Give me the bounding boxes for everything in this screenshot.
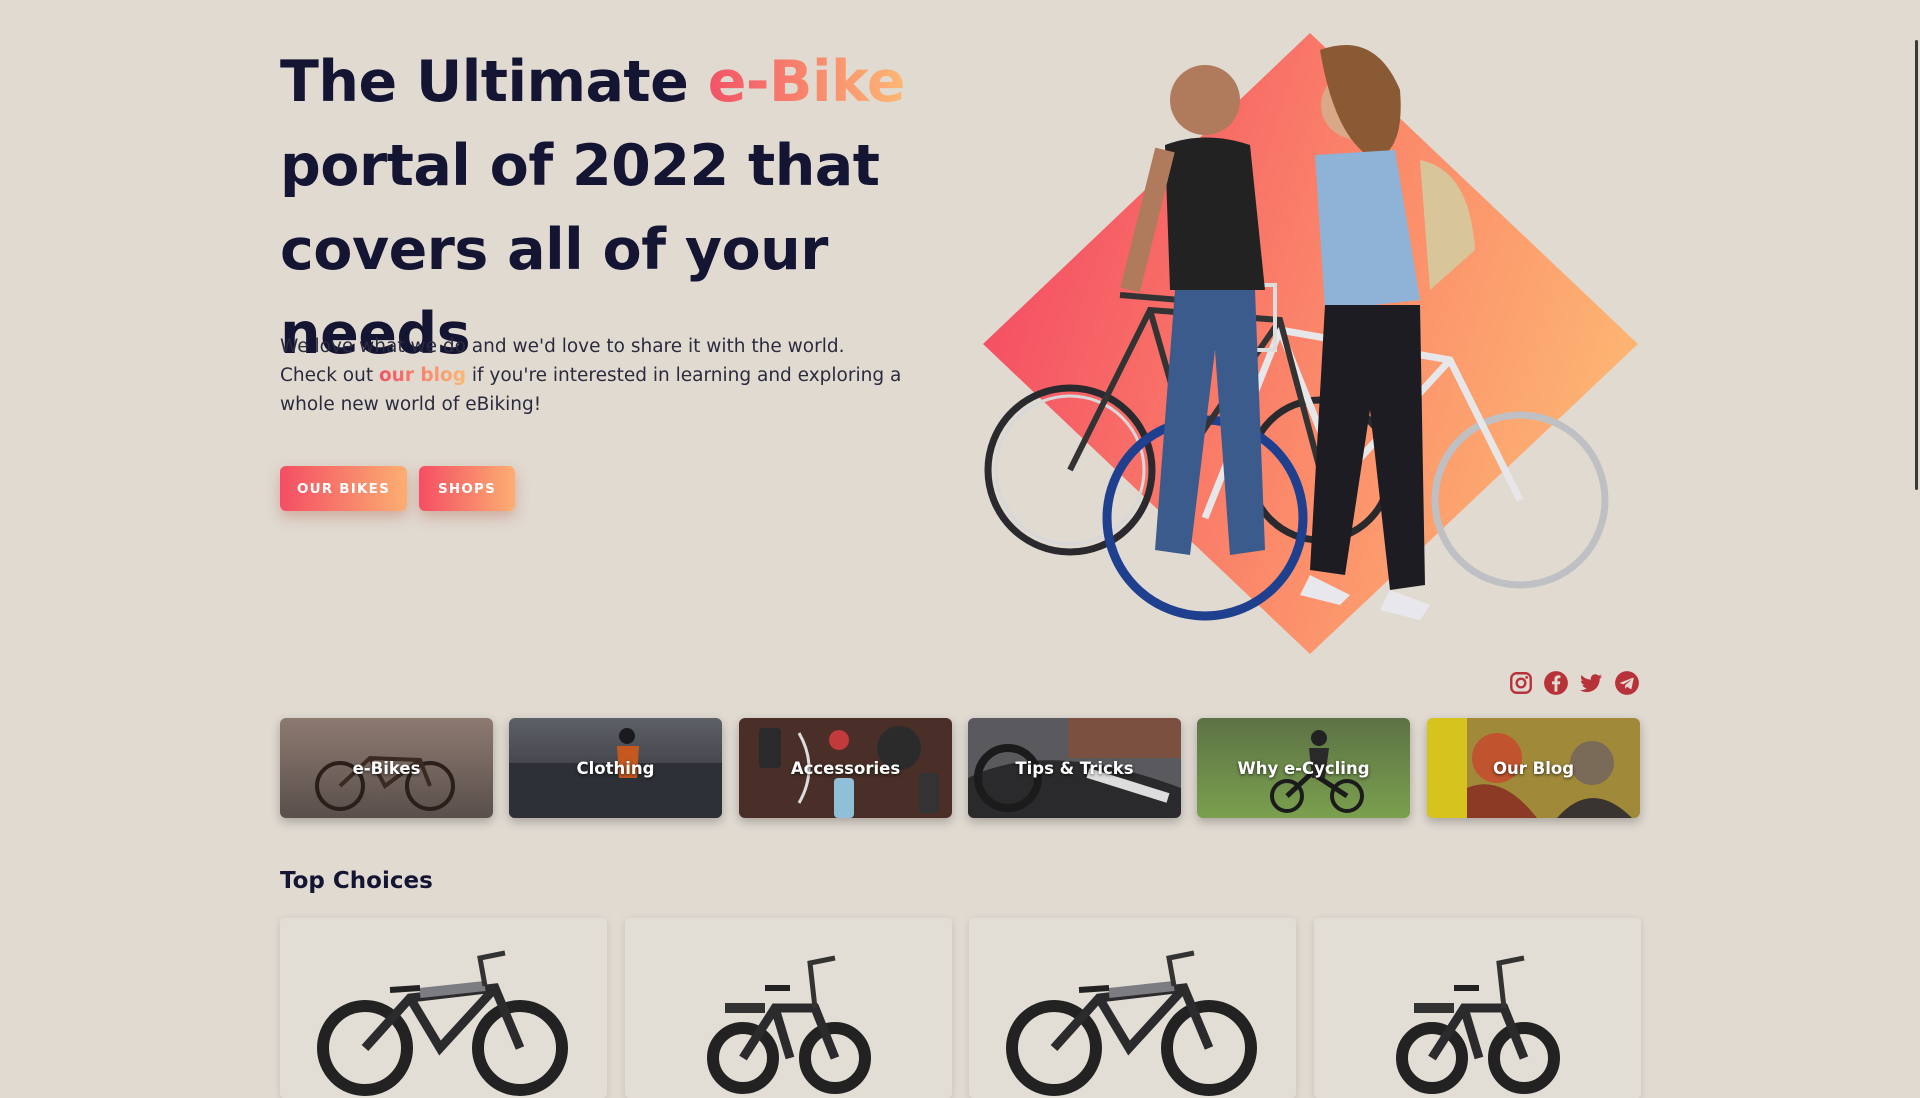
compact-ebike-image <box>707 955 871 1094</box>
compact-ebike-image <box>1396 955 1560 1094</box>
facebook-icon[interactable] <box>1543 670 1569 696</box>
page-scrollbar[interactable] <box>1910 0 1920 1080</box>
hero-title-highlight: e-Bike <box>707 49 906 115</box>
category-tile-why-ecycling[interactable]: Why e-Cycling <box>1197 718 1410 818</box>
fat-tire-ebike-image <box>317 950 568 1096</box>
product-card[interactable] <box>625 918 952 1098</box>
category-tile-tips-tricks[interactable]: Tips & Tricks <box>968 718 1181 818</box>
category-label: Our Blog <box>1492 758 1575 778</box>
category-tile-clothing[interactable]: Clothing <box>509 718 722 818</box>
our-bikes-button[interactable]: OUR BIKES <box>280 466 407 511</box>
hero-desc-pre-link: Check out <box>280 365 379 386</box>
top-choices-title: Top Choices <box>280 868 433 894</box>
category-tile-accessories[interactable]: Accessories <box>739 718 952 818</box>
hero-couple-bikes-image <box>983 33 1638 654</box>
hero-title: The Ultimate e-Bike portal of 2022 that … <box>280 40 940 376</box>
fat-tire-ebike-image <box>1006 950 1257 1096</box>
scrollbar-thumb[interactable] <box>1915 40 1918 490</box>
twitter-icon[interactable] <box>1578 670 1604 696</box>
shops-button[interactable]: SHOPS <box>419 466 515 511</box>
category-label: Accessories <box>790 758 901 778</box>
product-card[interactable] <box>280 918 607 1098</box>
product-card[interactable] <box>969 918 1296 1098</box>
blog-link[interactable]: our blog <box>379 365 466 386</box>
category-label: Clothing <box>576 758 655 778</box>
hero-desc-line1: We love what we do and we'd love to shar… <box>280 336 845 357</box>
hero-description: We love what we do and we'd love to shar… <box>280 332 920 419</box>
instagram-icon[interactable] <box>1508 670 1534 696</box>
hero-title-part1: The Ultimate <box>280 49 708 115</box>
category-label: Tips & Tricks <box>1015 758 1134 778</box>
category-tile-our-blog[interactable]: Our Blog <box>1427 718 1640 818</box>
product-card[interactable] <box>1314 918 1641 1098</box>
category-label: e-Bikes <box>352 758 421 778</box>
category-label: Why e-Cycling <box>1237 758 1370 778</box>
telegram-icon[interactable] <box>1614 670 1640 696</box>
category-tile-ebikes[interactable]: e-Bikes <box>280 718 493 818</box>
